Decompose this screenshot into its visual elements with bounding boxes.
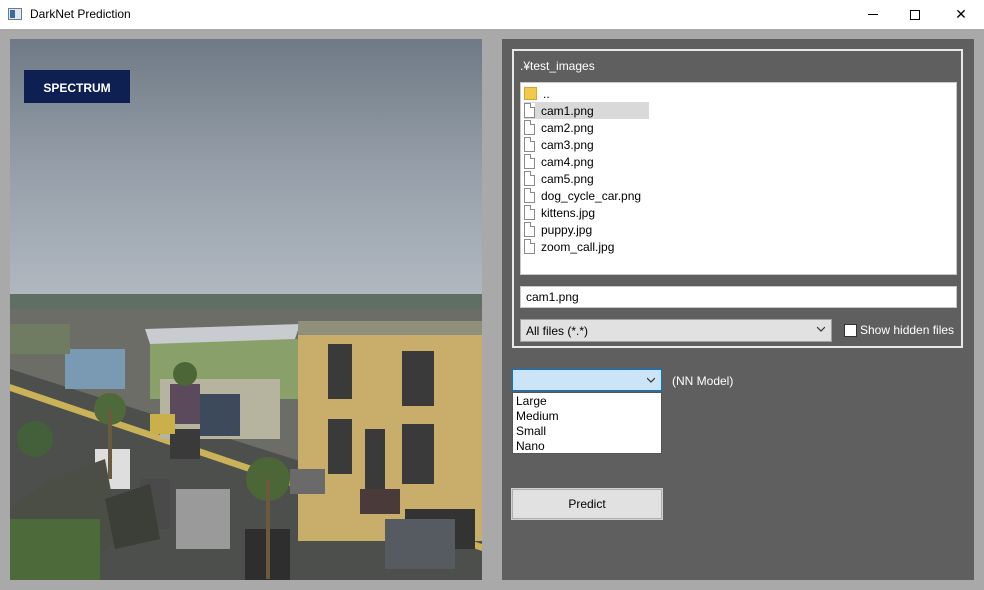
file-icon <box>524 154 535 169</box>
list-item[interactable]: cam2.png <box>524 119 600 136</box>
file-icon <box>524 171 535 186</box>
minimize-icon <box>868 14 878 15</box>
model-option[interactable]: Medium <box>513 409 661 424</box>
file-icon <box>524 103 535 118</box>
file-filter-select[interactable]: All files (*.*) <box>520 319 832 342</box>
client-area: SPECTRUM .¥test_images .. cam1.png cam2.… <box>0 29 984 590</box>
filename-input[interactable]: cam1.png <box>520 286 957 308</box>
title-bar: DarkNet Prediction ✕ <box>0 0 984 29</box>
model-option[interactable]: Small <box>513 424 661 439</box>
file-icon <box>524 239 535 254</box>
model-dropdown-list[interactable]: Large Medium Small Nano <box>512 392 662 454</box>
app-window: DarkNet Prediction ✕ SPECTRUM .¥test_ima… <box>0 0 984 590</box>
minimize-button[interactable] <box>850 0 896 29</box>
show-hidden-checkbox[interactable] <box>844 323 857 337</box>
camera-image-scene: SPECTRUM <box>10 39 482 580</box>
folder-icon <box>524 87 537 100</box>
chevron-down-icon <box>647 377 655 383</box>
file-icon <box>524 222 535 237</box>
window-title: DarkNet Prediction <box>30 7 131 21</box>
watermark-text: SPECTRUM <box>43 81 110 95</box>
control-panel: .¥test_images .. cam1.png cam2.png cam3.… <box>502 39 974 580</box>
file-list[interactable]: .. cam1.png cam2.png cam3.png cam4.png c… <box>520 82 957 275</box>
file-icon <box>524 137 535 152</box>
list-item[interactable]: puppy.jpg <box>524 221 598 238</box>
maximize-icon <box>910 9 920 20</box>
list-item[interactable]: cam3.png <box>524 136 600 153</box>
predict-button[interactable]: Predict <box>511 488 663 520</box>
list-item[interactable]: zoom_call.jpg <box>524 238 620 255</box>
model-label: (NN Model) <box>672 374 734 388</box>
list-item[interactable]: cam1.png <box>524 102 649 119</box>
app-icon <box>8 8 22 20</box>
list-item[interactable]: dog_cycle_car.png <box>524 187 647 204</box>
current-path: .¥test_images <box>520 59 595 73</box>
camera-image: SPECTRUM <box>10 39 482 580</box>
list-item[interactable]: kittens.jpg <box>524 204 601 221</box>
show-hidden-toggle[interactable]: Show hidden files <box>844 323 954 337</box>
file-icon <box>524 120 535 135</box>
model-option[interactable]: Nano <box>513 439 661 454</box>
model-select[interactable] <box>512 369 662 391</box>
file-icon <box>524 188 535 203</box>
chevron-down-icon <box>817 326 825 332</box>
list-item[interactable]: cam4.png <box>524 153 600 170</box>
maximize-button[interactable] <box>892 0 938 29</box>
list-item[interactable]: cam5.png <box>524 170 600 187</box>
file-icon <box>524 205 535 220</box>
model-option[interactable]: Large <box>513 394 661 409</box>
close-icon: ✕ <box>955 6 967 22</box>
list-item-parent[interactable]: .. <box>524 85 556 102</box>
file-browser: .¥test_images .. cam1.png cam2.png cam3.… <box>512 49 963 348</box>
close-button[interactable]: ✕ <box>938 0 984 29</box>
